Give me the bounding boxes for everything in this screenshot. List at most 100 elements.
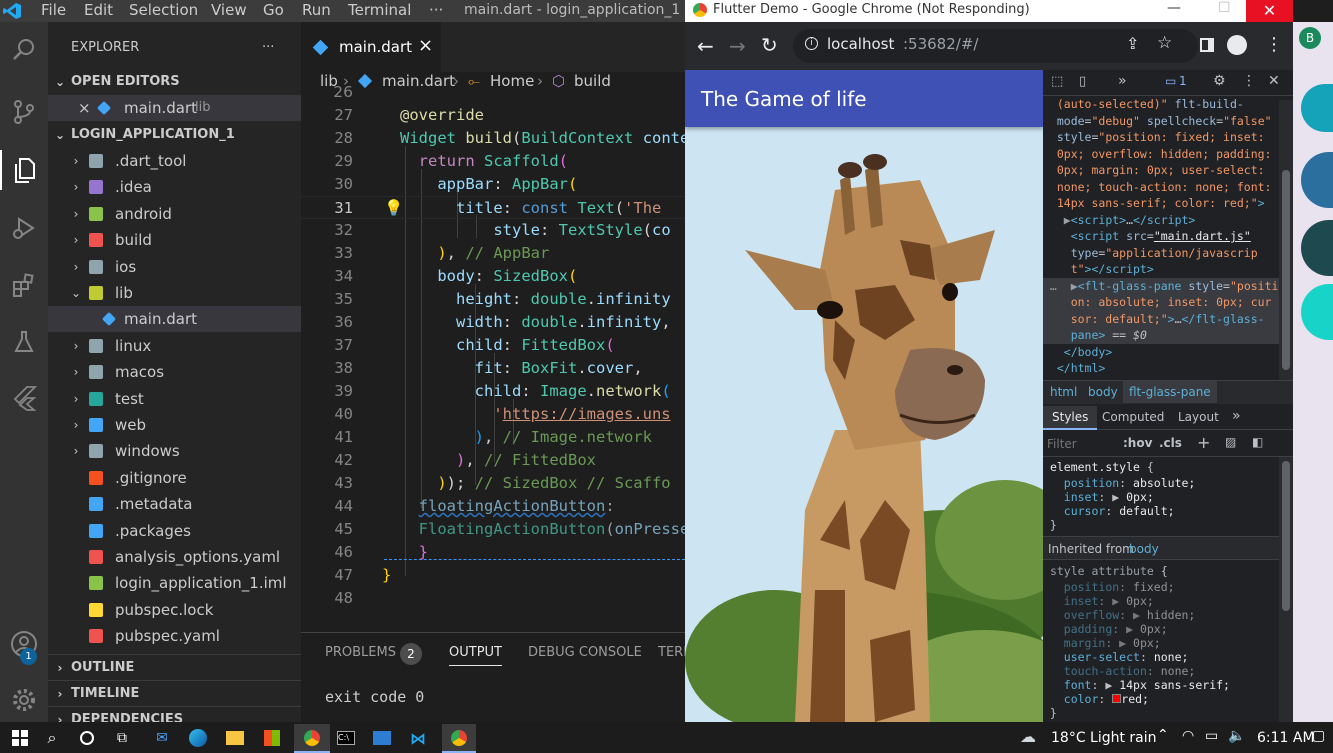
menu-run[interactable]: Run (302, 0, 331, 22)
cortana-icon[interactable] (75, 726, 99, 750)
more-tabs-icon[interactable]: » (1118, 73, 1127, 89)
dependencies-section[interactable]: › DEPENDENCIES (48, 706, 301, 722)
battery-icon[interactable]: ▭ (1205, 728, 1218, 744)
share-icon[interactable]: ⇪ (1126, 34, 1139, 53)
file-tree-item[interactable]: › build (48, 227, 301, 253)
clock[interactable]: 6:11 AM (1257, 730, 1315, 746)
elements-scrollbar[interactable] (1279, 100, 1293, 380)
weather-cloud-icon[interactable]: ☁ (1020, 727, 1036, 746)
code-editor[interactable]: main.dart × lib › main.dart › ⟜ Home › ⬡… (301, 22, 685, 632)
project-section[interactable]: ⌄ LOGIN_APPLICATION_1 (48, 122, 301, 148)
open-editor-item[interactable]: × main.dart lib (48, 95, 301, 121)
side-panel-icon[interactable] (1200, 38, 1214, 52)
taskbar-chrome-icon[interactable] (442, 724, 476, 753)
menu-file[interactable]: File (41, 0, 66, 22)
flutter-app-viewport[interactable]: The Game of life (685, 70, 1043, 722)
source-control-icon[interactable] (4, 92, 44, 132)
file-tree-item[interactable]: › test (48, 386, 301, 412)
weather-text[interactable]: 18°C Light rain (1051, 730, 1157, 746)
file-tree-item[interactable]: .metadata (48, 491, 301, 517)
back-arrow-icon[interactable]: ← (697, 34, 714, 58)
store-icon[interactable] (260, 726, 284, 750)
file-explorer-icon[interactable] (223, 726, 247, 750)
file-tree-item[interactable]: › macos (48, 359, 301, 385)
open-editors-section[interactable]: ⌄ OPEN EDITORS (48, 69, 301, 95)
tab-computed[interactable]: Computed (1102, 410, 1164, 424)
outline-section[interactable]: › OUTLINE (48, 654, 301, 680)
search-icon[interactable] (4, 30, 44, 70)
file-tree-item[interactable]: .packages (48, 518, 301, 544)
file-tree-item[interactable]: analysis_options.yaml (48, 544, 301, 570)
file-tree-item[interactable]: › ios (48, 254, 301, 280)
manage-gear-icon[interactable] (4, 680, 44, 720)
code-area[interactable]: 26 27 @override 28 Widget build(BuildConte… (301, 83, 685, 632)
inherited-from-link[interactable]: body (1129, 542, 1159, 556)
explorer-icon[interactable] (0, 150, 48, 190)
file-tree-item[interactable]: pubspec.lock (48, 597, 301, 623)
cls-toggle[interactable]: .cls (1159, 436, 1182, 450)
photos-icon[interactable] (370, 726, 394, 750)
crumb-html[interactable]: html (1050, 385, 1077, 399)
styles-filter-input[interactable] (1047, 434, 1113, 454)
run-debug-icon[interactable] (4, 208, 44, 248)
file-tree-item[interactable]: login_application_1.iml (48, 570, 301, 596)
volume-icon[interactable]: 🔈 (1228, 728, 1245, 744)
new-rule-plus-icon[interactable]: + (1197, 433, 1210, 452)
issues-icon[interactable]: ▭ (1165, 74, 1176, 88)
taskbar-chrome-app-icon[interactable] (294, 724, 330, 753)
tab-layout[interactable]: Layout (1178, 410, 1219, 424)
device-toolbar-icon[interactable]: ▯ (1079, 74, 1086, 89)
devtools-close-icon[interactable]: ✕ (1268, 73, 1280, 89)
extensions-icon[interactable] (4, 266, 44, 306)
file-tree-item[interactable]: ⌄ lib (48, 280, 301, 306)
bookmark-star-icon[interactable]: ☆ (1157, 33, 1172, 53)
hov-toggle[interactable]: :hov (1123, 436, 1152, 450)
close-icon[interactable]: × (78, 95, 91, 121)
inspect-element-icon[interactable]: ⬚ (1051, 74, 1063, 89)
taskbar-search-icon[interactable]: ⌕ (40, 726, 64, 750)
crumb-body[interactable]: body (1088, 385, 1118, 399)
profile-icon[interactable] (1227, 35, 1247, 55)
task-view-icon[interactable]: ⧉ (110, 726, 134, 750)
elements-tree[interactable]: (auto-selected)" flt-build- mode="debug"… (1043, 96, 1279, 378)
wifi-icon[interactable]: ◠ (1182, 728, 1194, 744)
file-tree-item[interactable]: › linux (48, 333, 301, 359)
explorer-more-button[interactable]: ··· (262, 35, 274, 61)
windows-start-icon[interactable] (8, 726, 32, 750)
file-tree-item[interactable]: main.dart (48, 306, 301, 333)
vscode-taskbar-icon[interactable]: ⋈ (406, 726, 430, 750)
profile-avatar[interactable]: B (1299, 27, 1321, 49)
styles-pane[interactable]: element.style { position: absolute; inse… (1043, 457, 1279, 722)
reload-icon[interactable]: ↻ (761, 33, 778, 57)
file-tree-item[interactable]: › web (48, 412, 301, 438)
menu-more[interactable]: ··· (429, 0, 443, 22)
styles-scrollbar[interactable] (1279, 457, 1293, 722)
tab-close-icon[interactable]: × (418, 35, 433, 56)
chrome-menu-icon[interactable]: ⋮ (1265, 34, 1283, 55)
tab-styles[interactable]: Styles (1043, 406, 1098, 430)
minimize-button[interactable]: — (1167, 0, 1181, 16)
menu-go[interactable]: Go (263, 0, 284, 22)
notification-icon[interactable]: ▢ (1312, 728, 1325, 744)
maximize-button[interactable]: ☐ (1218, 0, 1231, 16)
address-bar[interactable]: i localhost :53682/#/ ⇪ ☆ (793, 29, 1198, 63)
file-tree-item[interactable]: › .dart_tool (48, 148, 301, 174)
file-tree-item[interactable]: › windows (48, 438, 301, 464)
menu-edit[interactable]: Edit (84, 0, 113, 22)
file-tree-item[interactable]: pubspec.yaml (48, 623, 301, 649)
file-tree-item[interactable]: › .idea (48, 174, 301, 200)
timeline-section[interactable]: › TIMELINE (48, 680, 301, 706)
tab-debug-console[interactable]: DEBUG CONSOLE (528, 645, 642, 660)
devtools-menu-icon[interactable]: ⋮ (1242, 73, 1256, 89)
paint-icon[interactable]: ▨ (1225, 435, 1236, 449)
window-close-button[interactable]: ✕ (1246, 0, 1293, 22)
menu-view[interactable]: View (211, 0, 247, 22)
tab-main-dart[interactable]: main.dart × (301, 22, 441, 72)
tab-output[interactable]: OUTPUT (449, 645, 502, 666)
flutter-icon[interactable] (4, 378, 44, 418)
edge-icon[interactable] (186, 726, 210, 750)
file-tree-item[interactable]: › android (48, 201, 301, 227)
forward-arrow-icon[interactable]: → (729, 34, 746, 58)
file-tree-item[interactable]: .gitignore (48, 465, 301, 491)
terminal-icon[interactable]: C:\ (334, 726, 358, 750)
